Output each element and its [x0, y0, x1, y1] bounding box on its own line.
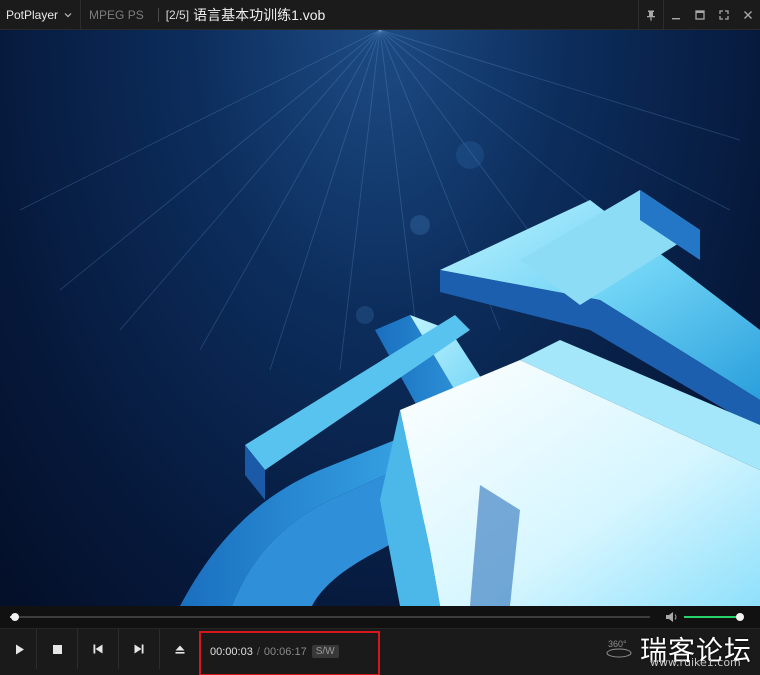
- time-display[interactable]: 00:00:03 / 00:06:17 S/W: [210, 645, 339, 658]
- seek-bar[interactable]: [10, 613, 650, 621]
- vr-360-button[interactable]: 360°: [604, 637, 634, 661]
- watermark-url: www.ruike1.com: [650, 656, 741, 669]
- window-controls: [638, 0, 760, 30]
- video-content: [19, 30, 760, 606]
- app-name: PotPlayer: [6, 7, 59, 22]
- maximize-icon: [695, 10, 705, 20]
- title-divider: [157, 7, 159, 22]
- next-button[interactable]: [119, 629, 159, 669]
- previous-button[interactable]: [78, 629, 118, 669]
- video-frame[interactable]: [0, 30, 760, 606]
- file-name: 语言基本功训练1.vob: [193, 6, 326, 23]
- volume-slider-fill: [684, 616, 741, 618]
- time-separator: /: [256, 645, 260, 658]
- play-button[interactable]: [0, 629, 40, 669]
- chevron-down-icon: [64, 12, 72, 17]
- skip-previous-icon: [93, 644, 103, 654]
- eject-icon: [175, 645, 185, 654]
- eject-button[interactable]: [160, 629, 200, 669]
- stop-icon: [52, 644, 62, 654]
- title-bar: PotPlayer MPEG PS [2/5] 语言基本功训练1.vob: [0, 0, 760, 30]
- minimize-button[interactable]: [664, 0, 688, 30]
- app-menu-button[interactable]: PotPlayer: [0, 0, 72, 29]
- codec-label: MPEG PS: [89, 7, 144, 22]
- decoder-badge[interactable]: S/W: [311, 645, 339, 658]
- pin-button[interactable]: [639, 0, 663, 30]
- close-icon: [744, 11, 752, 19]
- fullscreen-icon: [719, 10, 729, 20]
- fullscreen-button[interactable]: [712, 0, 736, 30]
- seek-bar-area: [0, 606, 760, 628]
- current-time: 00:00:03: [210, 645, 253, 658]
- pin-icon: [647, 10, 655, 21]
- play-icon: [16, 644, 24, 654]
- seek-bar-thumb[interactable]: [11, 613, 20, 621]
- time-display-highlight: 00:00:03 / 00:06:17 S/W: [199, 631, 380, 675]
- total-time: 00:06:17: [263, 645, 307, 658]
- control-bar: 00:00:03 / 00:06:17 S/W 360° 瑞客论坛 www.ru…: [0, 628, 760, 675]
- vr-360-icon: [606, 648, 632, 658]
- volume-icon[interactable]: [665, 611, 679, 623]
- playlist-position: [2/5]: [165, 7, 190, 22]
- title-divider: [80, 0, 82, 30]
- skip-next-icon: [134, 644, 144, 654]
- close-button[interactable]: [736, 0, 760, 30]
- maximize-button[interactable]: [688, 0, 712, 30]
- stop-button[interactable]: [37, 629, 77, 669]
- volume-slider[interactable]: [684, 613, 745, 621]
- volume-slider-thumb[interactable]: [736, 613, 745, 621]
- minimize-icon: [672, 18, 680, 20]
